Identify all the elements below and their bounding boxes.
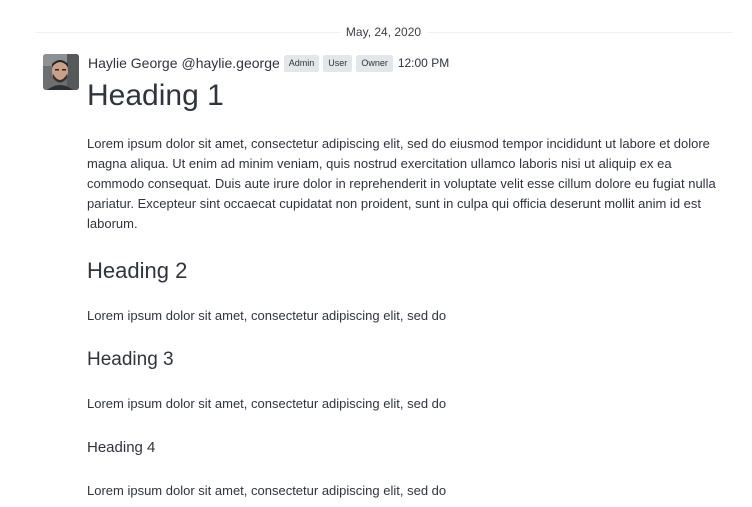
date-divider: May, 24, 2020 [35,24,732,40]
message-timestamp[interactable]: 12:00 PM [398,56,449,70]
role-badge-admin: Admin [283,54,320,72]
message-body: Heading 1 Lorem ipsum dolor sit amet, co… [87,74,727,498]
author-name[interactable]: Haylie George [88,55,178,71]
paragraph-4: Lorem ipsum dolor sit amet, consectetur … [87,483,447,498]
user-avatar-photo-icon [43,54,79,90]
paragraph-3: Lorem ipsum dolor sit amet, consectetur … [87,396,447,411]
heading-1: Heading 1 [87,79,224,112]
avatar[interactable] [43,54,79,90]
heading-2: Heading 2 [87,258,188,283]
heading-3: Heading 3 [87,349,174,370]
role-badge-user: User [323,54,353,72]
paragraph-2: Lorem ipsum dolor sit amet, consectetur … [87,308,447,323]
heading-4: Heading 4 [87,439,156,456]
paragraph-1: Lorem ipsum dolor sit amet, consectetur … [87,136,716,231]
message-header: Haylie George @haylie.george Admin User … [88,54,449,72]
role-badge-owner: Owner [356,54,393,72]
date-label: May, 24, 2020 [339,24,428,40]
author-handle[interactable]: @haylie.george [182,55,280,71]
